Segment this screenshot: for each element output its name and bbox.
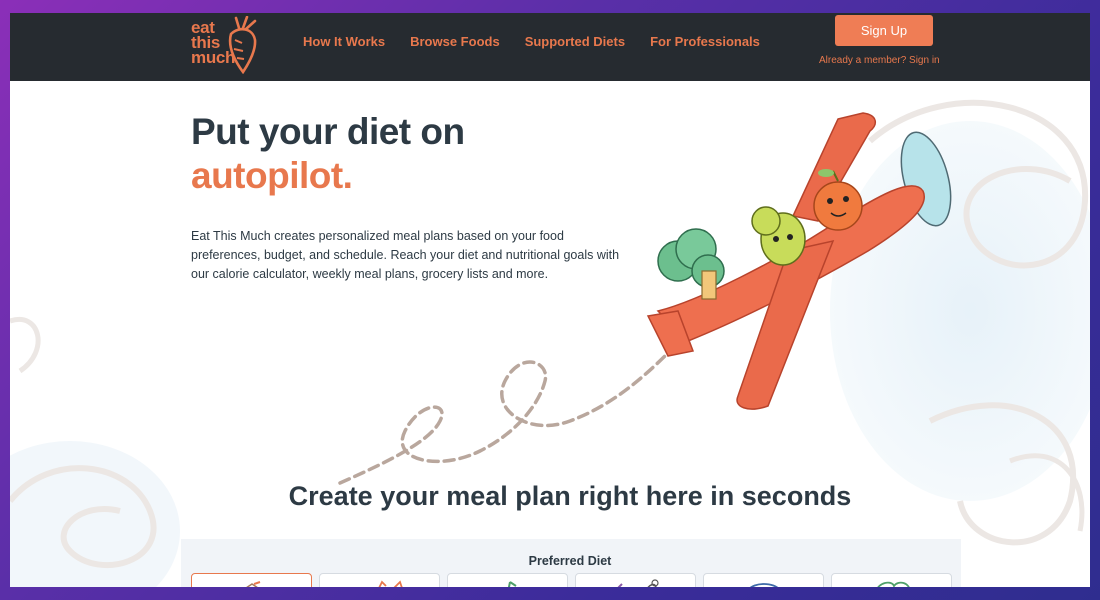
nav-browse-foods[interactable]: Browse Foods — [410, 34, 500, 49]
meal-plan-section-title: Create your meal plan right here in seco… — [288, 481, 852, 511]
hero-title-accent: autopilot. — [191, 155, 353, 196]
eat-this-much-logo[interactable]: eat this much — [191, 16, 271, 76]
diet-option-paleo[interactable] — [319, 573, 440, 587]
top-navigation-bar: eat this much How It Works Browse Foods … — [10, 13, 1090, 81]
diet-options — [191, 573, 952, 587]
sign-in-link[interactable]: Already a member? Sign in — [819, 55, 940, 66]
ketogenic-icon — [749, 583, 779, 587]
sign-up-button[interactable]: Sign Up — [835, 15, 933, 46]
hero-title: Put your diet on autopilot. — [191, 110, 465, 198]
nav-for-professionals[interactable]: For Professionals — [650, 34, 760, 49]
anything-icon — [246, 581, 261, 587]
vegan-icon — [617, 579, 659, 587]
preferred-diet-panel: Preferred Diet — [181, 539, 961, 587]
airplane-with-fruits-illustration — [646, 112, 952, 410]
hero-title-line1: Put your diet on — [191, 111, 465, 152]
mediterranean-icon — [877, 581, 910, 587]
diet-option-vegetarian[interactable] — [447, 573, 568, 587]
diet-option-mediterranean[interactable] — [831, 573, 952, 587]
diet-option-anything[interactable] — [191, 573, 312, 587]
nav-how-it-works[interactable]: How It Works — [303, 34, 385, 49]
main-nav-links: How It Works Browse Foods Supported Diet… — [303, 34, 785, 49]
preferred-diet-label: Preferred Diet — [528, 554, 612, 568]
paleo-icon — [378, 580, 403, 587]
hero-description: Eat This Much creates personalized meal … — [191, 229, 620, 281]
browser-viewport: eat this much How It Works Browse Foods … — [10, 13, 1090, 587]
diet-option-vegan[interactable] — [575, 573, 696, 587]
carrot-icon — [228, 16, 257, 74]
nav-supported-diets[interactable]: Supported Diets — [525, 34, 625, 49]
vegetarian-icon — [507, 581, 517, 587]
diet-option-ketogenic[interactable] — [703, 573, 824, 587]
